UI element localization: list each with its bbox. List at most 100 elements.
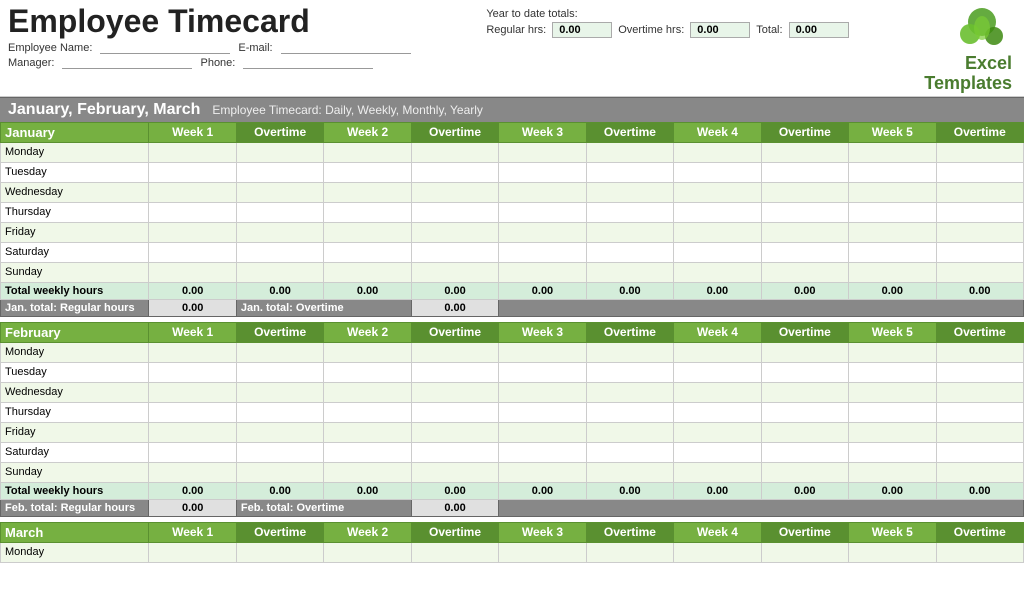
feb-monday-label: Monday xyxy=(1,342,149,362)
quarter-banner: January, February, March Employee Timeca… xyxy=(0,97,1024,122)
overtime-hrs-label: Overtime hrs: xyxy=(618,24,684,36)
jan-monday-row: Monday xyxy=(1,142,1024,162)
jan-mon-w1[interactable] xyxy=(149,142,236,162)
regular-hrs-value: 0.00 xyxy=(552,22,612,38)
jan-monday-label: Monday xyxy=(1,142,149,162)
feb-thursday-row: Thursday xyxy=(1,402,1024,422)
feb-monday-row: Monday xyxy=(1,342,1024,362)
feb-wednesday-row: Wednesday xyxy=(1,382,1024,402)
employee-name-input[interactable] xyxy=(100,41,230,54)
jan-total-ot2: 0.00 xyxy=(411,282,498,299)
jan-regular-value: 0.00 xyxy=(149,299,236,316)
mar-monday-row: Monday xyxy=(1,542,1024,562)
feb-ot3-col: Overtime xyxy=(586,322,673,342)
phone-input[interactable] xyxy=(243,56,373,69)
week1-col-header: Week 1 xyxy=(149,122,236,142)
jan-total-w2: 0.00 xyxy=(324,282,411,299)
jan-friday-row: Friday xyxy=(1,222,1024,242)
mar-ot3-col: Overtime xyxy=(586,522,673,542)
jan-total-w3: 0.00 xyxy=(499,282,586,299)
march-header-row: March Week 1 Overtime Week 2 Overtime We… xyxy=(1,522,1024,542)
feb-week4-col: Week 4 xyxy=(674,322,761,342)
jan-mon-ot2[interactable] xyxy=(411,142,498,162)
email-input[interactable] xyxy=(281,41,411,54)
feb-tuesday-row: Tuesday xyxy=(1,362,1024,382)
week4-col-header: Week 4 xyxy=(674,122,761,142)
employee-name-label: Employee Name: xyxy=(8,42,92,54)
jan-mon-w3[interactable] xyxy=(499,142,586,162)
mar-ot2-col: Overtime xyxy=(411,522,498,542)
ot4-col-header: Overtime xyxy=(761,122,848,142)
jan-mon-w2[interactable] xyxy=(324,142,411,162)
feb-friday-row: Friday xyxy=(1,422,1024,442)
ot3-col-header: Overtime xyxy=(586,122,673,142)
feb-tuesday-label: Tuesday xyxy=(1,362,149,382)
feb-week5-col: Week 5 xyxy=(849,322,936,342)
jan-wednesday-label: Wednesday xyxy=(1,182,149,202)
mar-week4-col: Week 4 xyxy=(674,522,761,542)
jan-total-weekly-row: Total weekly hours 0.00 0.00 0.00 0.00 0… xyxy=(1,282,1024,299)
jan-friday-label: Friday xyxy=(1,222,149,242)
logo: Excel Templates xyxy=(924,4,1016,94)
jan-total-ot1: 0.00 xyxy=(236,282,323,299)
email-label: E-mail: xyxy=(238,42,272,54)
ot1-col-header: Overtime xyxy=(236,122,323,142)
mar-monday-label: Monday xyxy=(1,542,149,562)
jan-total-w4: 0.00 xyxy=(674,282,761,299)
jan-wednesday-row: Wednesday xyxy=(1,182,1024,202)
ytd-row: Regular hrs: 0.00 Overtime hrs: 0.00 Tot… xyxy=(486,22,848,38)
jan-mon-ot1[interactable] xyxy=(236,142,323,162)
phone-label: Phone: xyxy=(200,57,235,69)
jan-total-w5: 0.00 xyxy=(849,282,936,299)
feb-saturday-label: Saturday xyxy=(1,442,149,462)
ot2-col-header: Overtime xyxy=(411,122,498,142)
jan-mon-w4[interactable] xyxy=(674,142,761,162)
week2-col-header: Week 2 xyxy=(324,122,411,142)
feb-week2-col: Week 2 xyxy=(324,322,411,342)
feb-ot4-col: Overtime xyxy=(761,322,848,342)
feb-week1-col: Week 1 xyxy=(149,322,236,342)
jan-total-ot3: 0.00 xyxy=(586,282,673,299)
manager-input[interactable] xyxy=(62,56,192,69)
feb-summary-row: Feb. total: Regular hours 0.00 Feb. tota… xyxy=(1,499,1024,516)
mar-ot1-col: Overtime xyxy=(236,522,323,542)
mar-week1-col: Week 1 xyxy=(149,522,236,542)
mar-week5-col: Week 5 xyxy=(849,522,936,542)
jan-mon-ot5[interactable] xyxy=(936,142,1023,162)
logo-templates-text: Templates xyxy=(924,74,1012,94)
january-header-row: January Week 1 Overtime Week 2 Overtime … xyxy=(1,122,1024,142)
jan-tuesday-label: Tuesday xyxy=(1,162,149,182)
timecard-table: January Week 1 Overtime Week 2 Overtime … xyxy=(0,122,1024,563)
feb-friday-label: Friday xyxy=(1,422,149,442)
total-label: Total: xyxy=(756,24,782,36)
february-header-row: February Week 1 Overtime Week 2 Overtime… xyxy=(1,322,1024,342)
week3-col-header: Week 3 xyxy=(499,122,586,142)
feb-ot1-col: Overtime xyxy=(236,322,323,342)
feb-ot-value: 0.00 xyxy=(411,499,498,516)
employee-row: Employee Name: E-mail: xyxy=(8,41,411,54)
february-header: February xyxy=(1,322,149,342)
feb-regular-label: Feb. total: Regular hours xyxy=(1,499,149,516)
header-left: Employee Timecard Employee Name: E-mail:… xyxy=(8,4,411,69)
jan-total-ot5: 0.00 xyxy=(936,282,1023,299)
jan-regular-label: Jan. total: Regular hours xyxy=(1,299,149,316)
jan-mon-w5[interactable] xyxy=(849,142,936,162)
jan-tuesday-row: Tuesday xyxy=(1,162,1024,182)
manager-label: Manager: xyxy=(8,57,54,69)
week5-col-header: Week 5 xyxy=(849,122,936,142)
ytd-section: Year to date totals: Regular hrs: 0.00 O… xyxy=(486,8,848,38)
mar-week3-col: Week 3 xyxy=(499,522,586,542)
jan-ot-label: Jan. total: Overtime xyxy=(236,299,411,316)
overtime-hrs-value: 0.00 xyxy=(690,22,750,38)
manager-row: Manager: Phone: xyxy=(8,56,411,69)
feb-regular-value: 0.00 xyxy=(149,499,236,516)
logo-excel-text: Excel xyxy=(924,54,1012,74)
feb-total-weekly-row: Total weekly hours 0.00 0.00 0.00 0.00 0… xyxy=(1,482,1024,499)
jan-mon-ot3[interactable] xyxy=(586,142,673,162)
logo-icon xyxy=(952,4,1012,54)
feb-total-label: Total weekly hours xyxy=(1,482,149,499)
total-value: 0.00 xyxy=(789,22,849,38)
jan-mon-ot4[interactable] xyxy=(761,142,848,162)
regular-hrs-label: Regular hrs: xyxy=(486,24,546,36)
jan-total-label: Total weekly hours xyxy=(1,282,149,299)
